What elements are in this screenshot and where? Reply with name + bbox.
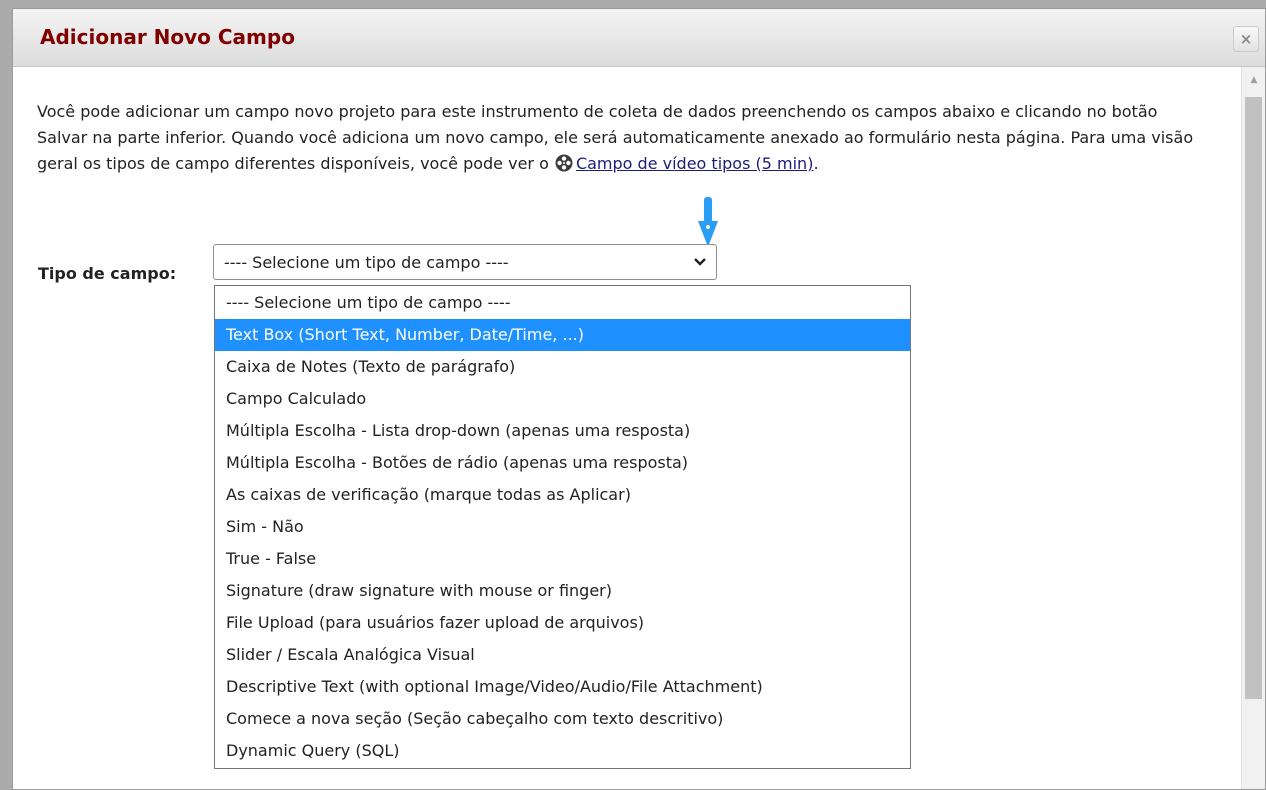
field-type-option[interactable]: Sim - Não: [215, 511, 910, 543]
close-icon: ×: [1239, 30, 1253, 48]
chevron-down-icon: [694, 258, 706, 266]
intro-end: .: [813, 154, 819, 173]
film-reel-icon: [555, 154, 573, 180]
scroll-thumb[interactable]: [1245, 97, 1262, 699]
field-type-option[interactable]: Descriptive Text (with optional Image/Vi…: [215, 671, 910, 703]
intro-text: Você pode adicionar um campo novo projet…: [37, 99, 1207, 180]
field-type-option[interactable]: Múltipla Escolha - Botões de rádio (apen…: [215, 447, 910, 479]
field-type-option[interactable]: ---- Selecione um tipo de campo ----: [215, 287, 910, 319]
field-type-option[interactable]: Caixa de Notes (Texto de parágrafo): [215, 351, 910, 383]
field-type-select[interactable]: ---- Selecione um tipo de campo ----: [213, 244, 717, 280]
field-type-option[interactable]: Signature (draw signature with mouse or …: [215, 575, 910, 607]
field-type-option[interactable]: Campo Calculado: [215, 383, 910, 415]
field-type-option[interactable]: Múltipla Escolha - Lista drop-down (apen…: [215, 415, 910, 447]
close-button[interactable]: ×: [1233, 26, 1259, 52]
dialog-titlebar[interactable]: Adicionar Novo Campo ×: [13, 9, 1265, 67]
scroll-up-icon[interactable]: ▲: [1242, 67, 1265, 93]
dialog-scrollbar[interactable]: ▲: [1241, 67, 1265, 789]
field-type-option[interactable]: Comece a nova seção (Seção cabeçalho com…: [215, 703, 910, 735]
field-type-option[interactable]: File Upload (para usuários fazer upload …: [215, 607, 910, 639]
field-type-label: Tipo de campo:: [38, 264, 177, 283]
field-type-option[interactable]: As caixas de verificação (marque todas a…: [215, 479, 910, 511]
down-arrow-icon: [698, 197, 718, 247]
field-type-option[interactable]: Dynamic Query (SQL): [215, 735, 910, 767]
field-type-option-highlighted[interactable]: Text Box (Short Text, Number, Date/Time,…: [215, 319, 910, 351]
field-type-option[interactable]: Slider / Escala Analógica Visual: [215, 639, 910, 671]
video-link[interactable]: Campo de vídeo tipos (5 min): [576, 154, 813, 173]
dialog-title: Adicionar Novo Campo: [40, 25, 295, 49]
field-type-option[interactable]: True - False: [215, 543, 910, 575]
field-type-dropdown[interactable]: ---- Selecione um tipo de campo ---- Tex…: [214, 285, 911, 769]
field-type-select-value: ---- Selecione um tipo de campo ----: [224, 253, 509, 272]
add-field-dialog: Adicionar Novo Campo × ▲ Você pode adici…: [12, 8, 1266, 790]
